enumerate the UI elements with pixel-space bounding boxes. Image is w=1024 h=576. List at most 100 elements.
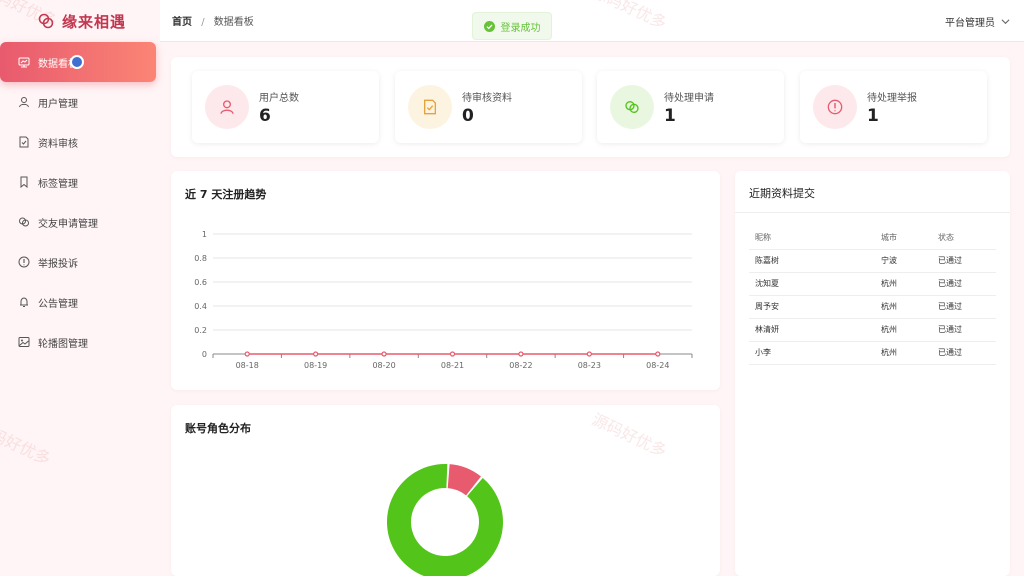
table-cell: 已通过: [932, 249, 996, 273]
image-icon: [18, 337, 30, 347]
y-tick-label: 0.6: [194, 278, 207, 287]
x-tick-label: 08-24: [646, 361, 669, 370]
breadcrumb-home[interactable]: 首页: [172, 17, 192, 28]
data-point: [449, 351, 456, 357]
sidebar-item[interactable]: 公告管理: [0, 282, 160, 322]
table-cell: 已通过: [932, 318, 996, 342]
data-point: [518, 351, 524, 357]
stat-icon-circle: [813, 85, 857, 129]
data-point: [381, 351, 387, 357]
table-row[interactable]: 陈嘉树 宁波 已通过: [749, 249, 996, 273]
user-icon: [19, 97, 29, 108]
breadcrumb-separator: /: [201, 17, 205, 28]
roles-donut-chart: [387, 464, 503, 576]
sidebar: 缘来相遇 数据看板 用户管理 资料审核 标签管理 交友申请管理 举报投诉 公告管理 轮播图管理: [0, 0, 160, 576]
table-header-row: 昵称 城市 状态: [749, 227, 996, 250]
stat-card[interactable]: 待处理申请 1: [597, 71, 784, 143]
recent-submissions-card: 近期资料提交 昵称 城市 状态 陈嘉树 宁波 已通过 沈知夏 杭州 已通过 周予安 杭州 已通过 林清…: [735, 171, 1010, 576]
sidebar-item-label: 轮播图管理: [38, 338, 88, 350]
sidebar-item[interactable]: 交友申请管理: [0, 202, 160, 242]
x-tick-label: 08-20: [372, 361, 395, 370]
table-row[interactable]: 周予安 杭州 已通过: [749, 295, 996, 319]
user-menu[interactable]: 平台管理员: [945, 14, 1010, 29]
sidebar-item[interactable]: 标签管理: [0, 162, 160, 202]
doc-check-icon: [424, 99, 436, 115]
data-point: [655, 351, 661, 357]
sidebar-item[interactable]: 轮播图管理: [0, 322, 160, 362]
y-tick-label: 0.2: [194, 326, 207, 335]
sidebar-item-label: 用户管理: [38, 98, 78, 110]
sidebar-item-label: 交友申请管理: [38, 218, 98, 230]
stat-value: 0: [462, 106, 474, 126]
table-cell: 已通过: [932, 295, 996, 319]
column-header: 状态: [932, 227, 996, 250]
x-tick-label: 08-21: [441, 361, 464, 370]
stat-label: 待处理举报: [867, 93, 917, 104]
trend-chart: 0 0.2 0.4 0.6 0.8 1 08-18 08-19 08-20 08-21 08-22 0…: [194, 230, 693, 370]
sidebar-item[interactable]: 数据看板: [0, 42, 156, 82]
table-cell: 小李: [749, 341, 875, 365]
y-tick-label: 0: [202, 350, 207, 359]
table-cell: 沈知夏: [749, 272, 875, 296]
table-cell: 杭州: [875, 272, 932, 296]
table-cell: 宁波: [875, 249, 932, 273]
stat-label: 用户总数: [259, 93, 299, 104]
roles-card: 账号角色分布: [171, 405, 720, 576]
table-cell: 周予安: [749, 295, 875, 319]
stat-card[interactable]: 待处理举报 1: [800, 71, 987, 143]
column-header: 城市: [875, 227, 932, 250]
login-success-toast: 登录成功: [472, 12, 552, 40]
x-tick-label: 08-18: [236, 361, 259, 370]
table-cell: 已通过: [932, 272, 996, 296]
sidebar-item[interactable]: 用户管理: [0, 82, 160, 122]
stat-card[interactable]: 用户总数 6: [192, 71, 379, 143]
dashboard-icon: [18, 57, 30, 68]
breadcrumb: 首页 / 数据看板: [172, 13, 254, 28]
doc-check-icon: [19, 136, 29, 148]
toast-text: 登录成功: [500, 22, 541, 34]
table-cell: 杭州: [875, 318, 932, 342]
column-header: 昵称: [749, 227, 875, 250]
bookmark-icon: [20, 176, 28, 188]
alert-icon: [827, 99, 843, 115]
sidebar-item[interactable]: 资料审核: [0, 122, 160, 162]
table-cell: 陈嘉树: [749, 249, 875, 273]
data-point: [244, 351, 250, 357]
stat-icon-circle: [610, 85, 654, 129]
bell-icon: [20, 297, 28, 307]
sidebar-item-label: 标签管理: [38, 178, 78, 190]
trend-card: 近 7 天注册趋势 0 0.2 0.4 0.6 0.8 1 08-18 08-19 08-20 0…: [171, 171, 720, 390]
sidebar-item-label: 公告管理: [38, 298, 78, 310]
y-tick-label: 1: [202, 230, 207, 239]
chevron-down-icon: [1001, 19, 1010, 25]
logo-icon: [38, 13, 54, 29]
donut-slice[interactable]: [387, 464, 503, 576]
sidebar-menu: 数据看板用户管理资料审核标签管理交友申请管理举报投诉公告管理轮播图管理: [0, 42, 160, 362]
recent-table: 昵称 城市 状态 陈嘉树 宁波 已通过 沈知夏 杭州 已通过 周予安 杭州 已通过 林清妍 杭州 已通过小…: [749, 227, 996, 365]
sidebar-item[interactable]: 举报投诉: [0, 242, 160, 282]
active-indicator-dot: [70, 55, 84, 69]
stat-value: 6: [259, 106, 271, 126]
breadcrumb-current: 数据看板: [213, 17, 254, 28]
stat-icon-circle: [205, 85, 249, 129]
stat-label: 待处理申请: [664, 93, 714, 104]
table-row[interactable]: 林清妍 杭州 已通过: [749, 318, 996, 342]
table-row[interactable]: 小李 杭州 已通过: [749, 341, 996, 365]
user-name: 平台管理员: [945, 18, 995, 29]
table-cell: 杭州: [875, 341, 932, 365]
stat-value: 1: [867, 106, 879, 126]
check-circle-icon: [483, 20, 495, 32]
y-tick-label: 0.4: [194, 302, 207, 311]
recent-title: 近期资料提交: [749, 187, 815, 200]
table-row[interactable]: 沈知夏 杭州 已通过: [749, 272, 996, 296]
stat-card[interactable]: 待审核资料 0: [395, 71, 582, 143]
recent-header: 近期资料提交: [735, 171, 1010, 213]
stat-value: 1: [664, 106, 676, 126]
link-icon: [625, 101, 639, 113]
x-tick-label: 08-23: [578, 361, 601, 370]
top-header: 首页 / 数据看板: [160, 0, 1024, 42]
user-icon: [220, 100, 234, 114]
data-point: [586, 351, 592, 357]
table-cell: 林清妍: [749, 318, 875, 342]
stats-panel: 用户总数 6 待审核资料 0 待处理申请 1 待处理举报 1: [171, 57, 1010, 157]
